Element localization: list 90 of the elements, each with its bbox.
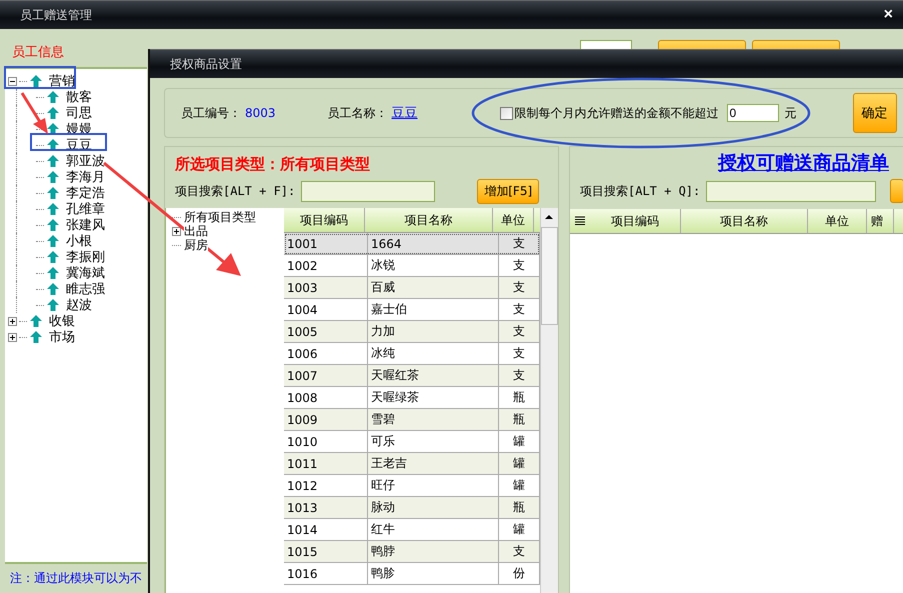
table-cell: 王老吉 xyxy=(368,453,499,474)
table-cell: 1005 xyxy=(284,321,368,342)
table-cell: 旺仔 xyxy=(368,475,499,496)
table-row[interactable]: 1016 鸭胗 份 xyxy=(284,563,540,585)
table-cell: 1006 xyxy=(284,343,368,364)
tree-item[interactable]: 赵波 xyxy=(66,296,92,314)
tree-item[interactable]: 冀海斌 xyxy=(66,264,105,282)
employee-id: 8003 xyxy=(245,106,276,120)
table-row[interactable]: 1010 可乐 罐 xyxy=(284,431,540,453)
limit-label: 限制每个月内允许赠送的金额不能超过 xyxy=(514,104,719,122)
table-cell: 力加 xyxy=(368,321,499,342)
employee-name[interactable]: 豆豆 xyxy=(392,104,418,122)
close-button[interactable]: × xyxy=(874,6,903,24)
window-title: 员工赠送管理 xyxy=(19,6,93,24)
tree-item[interactable]: 李振刚 xyxy=(66,248,105,266)
table-row[interactable]: 1014 红牛 罐 xyxy=(284,519,540,541)
table-cell: 1016 xyxy=(284,563,368,584)
table-cell: 1010 xyxy=(284,431,368,452)
table-row[interactable]: 1015 鸭脖 支 xyxy=(284,541,540,563)
table-cell: 1012 xyxy=(284,475,368,496)
table-row[interactable]: 1013 脉动 瓶 xyxy=(284,497,540,519)
note-text: 注：通过此模块可以为不 xyxy=(9,570,142,587)
table-row[interactable]: 1007 天喔红茶 支 xyxy=(284,365,540,387)
table-row[interactable]: 1005 力加 支 xyxy=(284,321,540,343)
tree-item[interactable]: 厨房 xyxy=(184,236,208,254)
table-row[interactable]: 1011 王老吉 罐 xyxy=(284,453,540,475)
table-cell: 1015 xyxy=(284,541,368,562)
tree-item[interactable]: 睢志强 xyxy=(66,280,105,298)
limit-input[interactable]: 0 xyxy=(726,104,779,122)
column-header[interactable]: 单位 xyxy=(808,209,867,233)
table-cell: 天喔红茶 xyxy=(368,365,499,386)
table-cell: 1009 xyxy=(284,409,368,430)
table-cell: 雪碧 xyxy=(368,409,499,430)
column-header[interactable]: 单位 xyxy=(493,208,534,232)
unit-label: 元 xyxy=(784,104,797,122)
tree-item[interactable]: 小根 xyxy=(66,232,92,250)
table-cell: 1007 xyxy=(284,365,368,386)
table-cell: 1003 xyxy=(284,277,368,298)
table-cell: 冰锐 xyxy=(368,255,499,276)
search-label: 项目搜索[ALT + Q]: xyxy=(580,182,700,200)
field-label: 员工名称： xyxy=(328,104,388,122)
tree-item[interactable]: 散客 xyxy=(66,88,92,106)
search-label: 项目搜索[ALT + F]: xyxy=(175,183,296,200)
table-row[interactable]: 1004 嘉士伯 支 xyxy=(284,299,540,321)
table-row[interactable]: 1001 1664 支 xyxy=(284,233,540,255)
table-cell: 脉动 xyxy=(368,497,499,518)
panel-heading: 所选项目类型：所有项目类型 xyxy=(174,154,371,175)
panel-heading[interactable]: 授权可赠送商品清单 xyxy=(570,147,903,175)
column-header[interactable]: 项目编码 xyxy=(284,208,365,232)
table-cell: 鸭胗 xyxy=(368,563,499,584)
field-label: 员工编号： xyxy=(181,104,241,122)
table-row[interactable]: 1002 冰锐 支 xyxy=(284,255,540,277)
confirm-button[interactable]: 确定 xyxy=(852,93,897,133)
table-row[interactable]: 1003 百威 支 xyxy=(284,277,540,299)
tree-item[interactable]: 收银 xyxy=(49,312,75,330)
table-row[interactable]: 1008 天喔绿茶 瓶 xyxy=(284,387,540,409)
table-row[interactable]: 1006 冰纯 支 xyxy=(284,343,540,365)
table-cell: 1011 xyxy=(284,453,368,474)
tree-item[interactable]: 李海月 xyxy=(66,168,105,186)
table-cell: 1664 xyxy=(368,233,499,254)
tree-item[interactable]: 所有项目类型 xyxy=(184,208,256,226)
table-row[interactable]: 1012 旺仔 罐 xyxy=(284,475,540,497)
table-cell: 1001 xyxy=(284,233,368,254)
table-cell: 1013 xyxy=(284,497,368,518)
tree-item[interactable]: 李定浩 xyxy=(66,184,105,202)
tree-item[interactable]: 孔维章 xyxy=(66,200,105,218)
table-cell: 可乐 xyxy=(368,431,499,452)
table-cell: 天喔绿茶 xyxy=(368,387,499,408)
table-cell: 红牛 xyxy=(368,519,499,540)
panel-title: 员工信息 xyxy=(12,44,65,61)
tree-item[interactable]: 司思 xyxy=(66,104,92,122)
column-header[interactable]: 项目名称 xyxy=(365,208,493,232)
column-header[interactable]: 赠 xyxy=(867,209,894,233)
table-cell: 鸭脖 xyxy=(368,541,499,562)
table-row[interactable]: 1009 雪碧 瓶 xyxy=(284,409,540,431)
tree-item[interactable]: 郭亚波 xyxy=(66,152,105,170)
table-cell: 冰纯 xyxy=(368,343,499,364)
dialog-title: 授权商品设置 xyxy=(169,56,243,72)
tree-item[interactable]: 营销 xyxy=(49,72,75,90)
table-cell: 1014 xyxy=(284,519,368,540)
table-cell: 1008 xyxy=(284,387,368,408)
table-cell: 嘉士伯 xyxy=(368,299,499,320)
column-header[interactable]: 项目名称 xyxy=(681,209,808,233)
table-cell: 1004 xyxy=(284,299,368,320)
table-cell: 1002 xyxy=(284,255,368,276)
column-header[interactable]: 项目编码 xyxy=(590,209,681,233)
tree-item[interactable]: 市场 xyxy=(49,328,75,346)
tree-item[interactable]: 张建风 xyxy=(66,216,105,234)
table-cell: 百威 xyxy=(368,277,499,298)
add-button[interactable]: 增加[F5] xyxy=(477,179,540,204)
